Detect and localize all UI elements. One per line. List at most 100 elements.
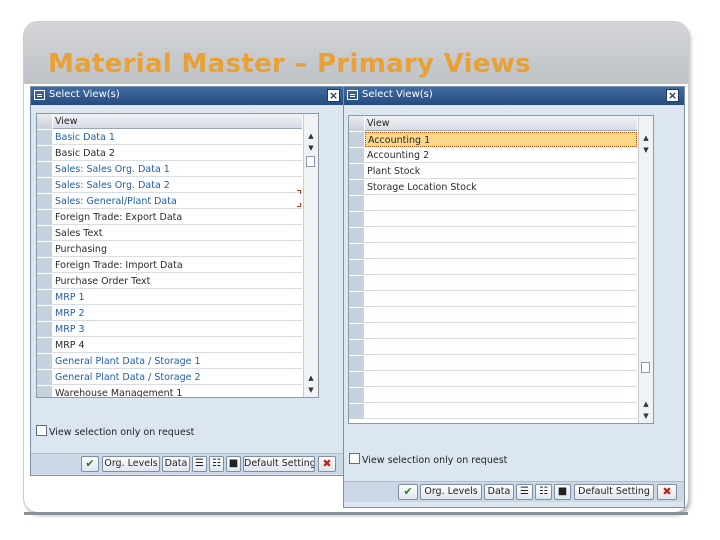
- org-levels-button[interactable]: Org. Levels: [420, 484, 482, 500]
- scroll-thumb[interactable]: [306, 156, 315, 167]
- view-name-cell[interactable]: Warehouse Management 1: [53, 386, 302, 397]
- confirm-button[interactable]: ✔: [398, 484, 418, 500]
- view-name-cell[interactable]: [365, 212, 637, 227]
- table-row[interactable]: [349, 340, 653, 356]
- table-row[interactable]: [349, 324, 653, 340]
- view-name-cell[interactable]: [365, 388, 637, 403]
- table-row[interactable]: [349, 404, 653, 420]
- table-row[interactable]: Warehouse Management 1: [37, 386, 318, 397]
- table-row[interactable]: General Plant Data / Storage 2: [37, 370, 318, 386]
- table-row[interactable]: Foreign Trade: Import Data: [37, 258, 318, 274]
- table-row[interactable]: Sales Text: [37, 226, 318, 242]
- row-selector[interactable]: [37, 146, 52, 162]
- row-selector[interactable]: [37, 290, 52, 306]
- view-name-cell[interactable]: [365, 372, 637, 387]
- view-name-cell[interactable]: [365, 324, 637, 339]
- view-selection-option[interactable]: View selection only on request: [349, 453, 507, 466]
- cancel-button[interactable]: ✖: [318, 456, 336, 472]
- row-selector[interactable]: [37, 258, 52, 274]
- row-selector[interactable]: [349, 244, 364, 260]
- close-icon[interactable]: ×: [327, 89, 340, 102]
- row-selector[interactable]: [37, 306, 52, 322]
- view-name-cell[interactable]: Plant Stock: [365, 164, 637, 179]
- table-row[interactable]: General Plant Data / Storage 1: [37, 354, 318, 370]
- row-selector[interactable]: [349, 308, 364, 324]
- view-name-cell[interactable]: [365, 404, 637, 419]
- table-row[interactable]: Sales: Sales Org. Data 1: [37, 162, 318, 178]
- save-default-button[interactable]: ■: [554, 484, 571, 500]
- row-selector[interactable]: [349, 260, 364, 276]
- table-row[interactable]: Accounting 2: [349, 148, 653, 164]
- row-selector[interactable]: [349, 148, 364, 164]
- table-row[interactable]: Foreign Trade: Export Data: [37, 210, 318, 226]
- view-name-cell[interactable]: [365, 292, 637, 307]
- view-name-cell[interactable]: Purchase Order Text: [53, 274, 302, 289]
- table-row[interactable]: MRP 1: [37, 290, 318, 306]
- table-row[interactable]: [349, 244, 653, 260]
- view-name-cell[interactable]: Sales: General/Plant Data: [53, 194, 302, 209]
- table-row[interactable]: Basic Data 2: [37, 146, 318, 162]
- row-selector[interactable]: [37, 274, 52, 290]
- table-row[interactable]: [349, 196, 653, 212]
- scroll-down-page-icon[interactable]: ▲: [304, 372, 318, 384]
- default-setting-button[interactable]: Default Setting: [574, 484, 654, 500]
- table-row[interactable]: [349, 388, 653, 404]
- view-name-cell[interactable]: [365, 308, 637, 323]
- table-row[interactable]: Storage Location Stock: [349, 180, 653, 196]
- column-header-view[interactable]: View: [365, 116, 637, 131]
- select-all-button[interactable]: ☰: [516, 484, 533, 500]
- row-selector[interactable]: [37, 370, 52, 386]
- table-row[interactable]: Sales: General/Plant Data: [37, 194, 318, 210]
- row-selector[interactable]: [37, 178, 52, 194]
- row-selector[interactable]: [349, 388, 364, 404]
- view-selection-checkbox[interactable]: [36, 425, 47, 436]
- row-selector[interactable]: [37, 242, 52, 258]
- row-selector[interactable]: [349, 212, 364, 228]
- row-selector[interactable]: [349, 132, 364, 148]
- row-selector[interactable]: [37, 210, 52, 226]
- row-selector[interactable]: [349, 292, 364, 308]
- view-name-cell[interactable]: [365, 260, 637, 275]
- view-name-cell[interactable]: MRP 2: [53, 306, 302, 321]
- row-selector[interactable]: [37, 130, 52, 146]
- row-selector[interactable]: [349, 180, 364, 196]
- vertical-scrollbar[interactable]: ▲ ▼ ▲ ▼: [638, 116, 653, 423]
- view-name-cell[interactable]: MRP 1: [53, 290, 302, 305]
- table-row[interactable]: Plant Stock: [349, 164, 653, 180]
- table-row[interactable]: MRP 3: [37, 322, 318, 338]
- table-row[interactable]: [349, 292, 653, 308]
- scroll-up-page-icon[interactable]: ▼: [639, 144, 653, 156]
- view-name-cell[interactable]: Basic Data 1: [53, 130, 302, 145]
- view-selection-checkbox[interactable]: [349, 453, 360, 464]
- deselect-all-button[interactable]: ☷: [535, 484, 552, 500]
- view-name-cell[interactable]: MRP 3: [53, 322, 302, 337]
- view-name-cell[interactable]: Sales Text: [53, 226, 302, 241]
- view-name-cell[interactable]: General Plant Data / Storage 2: [53, 370, 302, 385]
- org-levels-button[interactable]: Org. Levels: [102, 456, 160, 472]
- select-all-button[interactable]: ☰: [192, 456, 207, 472]
- view-name-cell[interactable]: Accounting 1: [365, 132, 637, 147]
- scroll-up-page-icon[interactable]: ▼: [304, 142, 318, 154]
- table-row[interactable]: Basic Data 1: [37, 130, 318, 146]
- row-selector[interactable]: [349, 196, 364, 212]
- vertical-scrollbar[interactable]: ▲ ▼ ▲ ▼: [303, 114, 318, 397]
- table-row[interactable]: MRP 4: [37, 338, 318, 354]
- scroll-thumb[interactable]: [641, 362, 650, 373]
- default-setting-button[interactable]: Default Setting: [243, 456, 315, 472]
- row-selector[interactable]: [37, 226, 52, 242]
- scroll-down-page-icon[interactable]: ▲: [639, 398, 653, 410]
- view-name-cell[interactable]: [365, 356, 637, 371]
- column-header-view[interactable]: View: [53, 114, 302, 129]
- table-row[interactable]: Purchase Order Text: [37, 274, 318, 290]
- view-name-cell[interactable]: Sales: Sales Org. Data 2: [53, 178, 302, 193]
- view-name-cell[interactable]: Accounting 2: [365, 148, 637, 163]
- view-name-cell[interactable]: General Plant Data / Storage 1: [53, 354, 302, 369]
- save-default-button[interactable]: ■: [226, 456, 241, 472]
- deselect-all-button[interactable]: ☷: [209, 456, 224, 472]
- row-selector[interactable]: [37, 354, 52, 370]
- table-row[interactable]: [349, 308, 653, 324]
- data-button[interactable]: Data: [484, 484, 514, 500]
- select-all-rows-cell[interactable]: [349, 116, 364, 132]
- table-row[interactable]: MRP 2: [37, 306, 318, 322]
- table-row[interactable]: Accounting 1: [349, 132, 653, 148]
